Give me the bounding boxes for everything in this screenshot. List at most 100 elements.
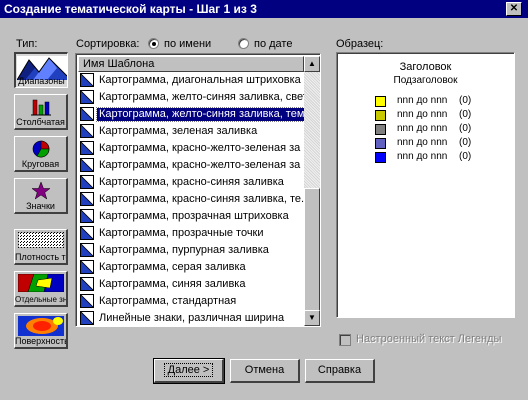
scroll-up-button[interactable]: ▲ [304, 56, 320, 72]
legend-range-text: nnn до nnn [397, 123, 448, 134]
legend-range-text: nnn до nnn [397, 109, 448, 120]
template-list-item[interactable]: Картограмма, серая заливка [78, 259, 304, 276]
type-dot-density-label: Плотность точек [15, 252, 66, 262]
template-item-label: Картограмма, прозрачные точки [99, 227, 264, 239]
template-icon [80, 311, 94, 325]
template-list-item[interactable]: Картограмма, пурпурная заливка [78, 242, 304, 259]
scroll-down-button[interactable]: ▼ [304, 310, 320, 326]
template-list-item[interactable]: Картограмма, диагональная штриховка [78, 72, 304, 89]
template-list-item[interactable]: Картограмма, желто-синяя заливка, свет [78, 89, 304, 106]
template-item-label: Картограмма, синяя заливка [99, 278, 246, 290]
template-list-item[interactable]: Картограмма, желто-синяя заливка, тем [78, 106, 304, 123]
template-icon [80, 209, 94, 223]
star-symbol-icon [30, 181, 51, 200]
type-surface-button[interactable]: Поверхность [14, 313, 68, 349]
template-list-item[interactable]: Картограмма, прозрачная штриховка [78, 208, 304, 225]
template-item-label: Картограмма, прозрачная штриховка [99, 210, 289, 222]
type-ranges-button[interactable]: Диапазоны [14, 52, 68, 88]
template-list-item[interactable]: Картограмма, красно-желто-зеленая за [78, 140, 304, 157]
template-icon [80, 158, 94, 172]
custom-legend-text-checkbox[interactable] [339, 334, 351, 346]
sort-by-name-radio[interactable] [148, 38, 159, 49]
template-list-item[interactable]: Картограмма, стандартная [78, 293, 304, 310]
legend-swatch [375, 96, 386, 107]
legend-count: (0) [459, 123, 472, 134]
dot-density-icon [17, 232, 64, 248]
legend-swatch [375, 110, 386, 121]
template-item-label: Картограмма, красно-желто-зеленая за [99, 142, 301, 154]
template-icon [80, 124, 94, 138]
individual-values-icon [17, 274, 64, 292]
sort-by-date-label: по дате [254, 38, 293, 50]
legend-range-text: nnn до nnn [397, 137, 448, 148]
type-pie-button[interactable]: Круговая [14, 136, 68, 172]
sort-by-name-label: по имени [164, 38, 212, 50]
bar-chart-icon [30, 99, 51, 116]
window-title: Создание тематической карты - Шаг 1 из 3 [4, 2, 257, 16]
template-item-label: Картограмма, красно-синяя заливка, те. [99, 193, 304, 205]
preview-pane: Заголовок Подзаголовок nnn до nnn (0) nnn … [336, 52, 515, 318]
template-icon [80, 226, 94, 240]
legend-count: (0) [459, 137, 472, 148]
sort-label: Сортировка: [76, 38, 140, 50]
help-button[interactable]: Справка [305, 359, 375, 383]
template-list-rows: Картограмма, диагональная штриховка Карто… [78, 72, 304, 326]
template-icon [80, 90, 94, 104]
legend-swatch [375, 138, 386, 149]
template-list-header[interactable]: Имя Шаблона [78, 56, 304, 72]
title-bar: Создание тематической карты - Шаг 1 из 3… [0, 0, 528, 18]
legend-swatch [375, 124, 386, 135]
type-bar-label: Столбчатая [16, 117, 65, 127]
template-item-label: Картограмма, желто-синяя заливка, тем [95, 107, 304, 122]
type-surface-label: Поверхность [15, 336, 68, 346]
type-pie-label: Круговая [21, 159, 60, 169]
scroll-thumb[interactable] [304, 188, 320, 316]
sort-by-date-radio[interactable] [238, 38, 249, 49]
legend-count: (0) [459, 95, 472, 106]
type-label: Тип: [16, 38, 38, 50]
close-button[interactable]: ✕ [506, 2, 522, 16]
legend-count: (0) [459, 109, 472, 120]
template-list-item[interactable]: Картограмма, красно-синяя заливка, те. [78, 191, 304, 208]
template-icon [80, 107, 94, 121]
template-item-label: Картограмма, пурпурная заливка [99, 244, 269, 256]
type-ranges-label: Диапазоны [18, 76, 65, 86]
template-icon [80, 277, 94, 291]
legend-count: (0) [459, 151, 472, 162]
template-item-label: Картограмма, стандартная [99, 295, 237, 307]
template-icon [80, 175, 94, 189]
grid-surface-icon [17, 316, 64, 336]
preview-label: Образец: [336, 38, 384, 50]
type-dot-density-button[interactable]: Плотность точек [14, 229, 68, 265]
template-list-item[interactable]: Картограмма, красно-синяя заливка [78, 174, 304, 191]
next-button-label: Далее > [163, 363, 214, 377]
template-list-scrollbar[interactable]: ▲ ▼ [304, 56, 320, 326]
pie-chart-icon [32, 140, 49, 158]
template-icon [80, 294, 94, 308]
legend-swatch [375, 152, 386, 163]
template-icon [80, 192, 94, 206]
template-item-label: Линейные знаки, различная ширина [99, 312, 285, 324]
type-symbols-button[interactable]: Значки [14, 178, 68, 214]
template-item-label: Картограмма, красно-желто-зеленая за [99, 159, 301, 171]
legend-range-text: nnn до nnn [397, 151, 448, 162]
template-icon [80, 141, 94, 155]
type-bar-button[interactable]: Столбчатая [14, 94, 68, 130]
template-list-item[interactable]: Картограмма, красно-желто-зеленая за [78, 157, 304, 174]
preview-subtitle: Подзаголовок [393, 75, 458, 86]
template-list-item[interactable]: Линейные знаки, различная ширина [78, 310, 304, 326]
template-item-label: Картограмма, серая заливка [99, 261, 246, 273]
next-button[interactable]: Далее > [153, 358, 225, 384]
template-item-label: Картограмма, диагональная штриховка [99, 74, 301, 86]
template-item-label: Картограмма, красно-синяя заливка [99, 176, 284, 188]
template-list[interactable]: Имя Шаблона Картограмма, диагональная шт… [75, 53, 321, 327]
template-list-item[interactable]: Картограмма, прозрачные точки [78, 225, 304, 242]
template-icon [80, 243, 94, 257]
type-symbols-label: Значки [26, 201, 55, 211]
template-icon [80, 260, 94, 274]
template-list-item[interactable]: Картограмма, зеленая заливка [78, 123, 304, 140]
template-icon [80, 73, 94, 87]
template-list-item[interactable]: Картограмма, синяя заливка [78, 276, 304, 293]
type-individual-values-button[interactable]: Отдельные значения [14, 271, 68, 307]
cancel-button[interactable]: Отмена [230, 359, 300, 383]
